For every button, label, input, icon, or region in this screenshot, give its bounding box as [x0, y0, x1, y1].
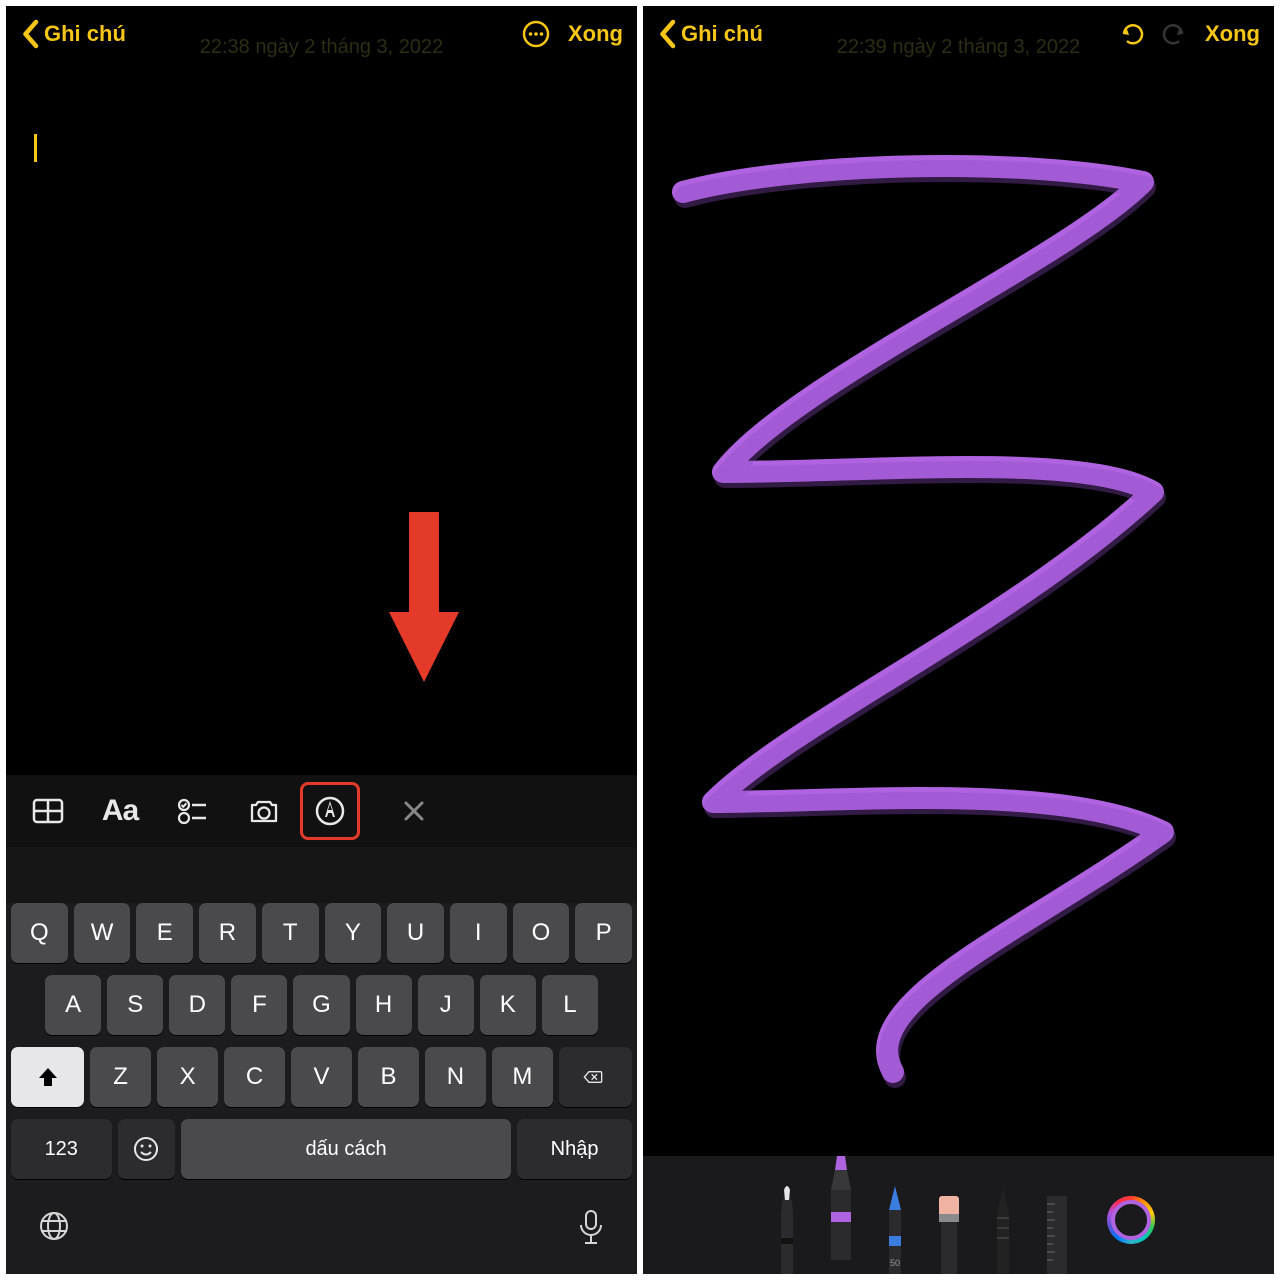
key-t[interactable]: T — [262, 903, 319, 963]
shift-icon — [36, 1065, 60, 1089]
key-i[interactable]: I — [450, 903, 507, 963]
keyboard-row-1: Q W E R T Y U I O P — [11, 903, 632, 963]
drawn-stroke — [643, 62, 1183, 1132]
format-toolbar: Aa — [6, 775, 637, 847]
key-enter[interactable]: Nhập — [517, 1119, 632, 1179]
close-format-bar-button[interactable] — [378, 781, 450, 841]
keyboard-suggestion-bar[interactable] — [6, 847, 637, 903]
key-w[interactable]: W — [74, 903, 131, 963]
key-d[interactable]: D — [169, 975, 225, 1035]
redo-button[interactable] — [1153, 14, 1193, 54]
tool-ruler[interactable] — [1033, 1178, 1081, 1274]
text-cursor — [34, 134, 37, 162]
screen-left: 22:38 ngày 2 tháng 3, 2022 Ghi chú Xong … — [6, 6, 637, 1274]
markup-button[interactable] — [300, 782, 360, 840]
header: Ghi chú Xong — [6, 6, 637, 62]
header: Ghi chú Xong — [643, 6, 1274, 62]
pen-icon — [767, 1178, 807, 1274]
chevron-left-icon — [657, 19, 677, 49]
note-canvas[interactable] — [6, 62, 637, 775]
back-button[interactable]: Ghi chú — [657, 19, 763, 49]
globe-icon — [37, 1209, 71, 1243]
tool-marker[interactable] — [817, 1164, 865, 1260]
key-emoji[interactable] — [118, 1119, 175, 1179]
text-format-button[interactable]: Aa — [84, 781, 156, 841]
key-p[interactable]: P — [575, 903, 632, 963]
emoji-icon — [133, 1136, 159, 1162]
marker-icon — [819, 1150, 863, 1260]
camera-button[interactable] — [228, 781, 300, 841]
keyboard-row-4: 123 dấu cách Nhập — [11, 1119, 632, 1179]
key-c[interactable]: C — [224, 1047, 285, 1107]
screen-right: 22:39 ngày 2 tháng 3, 2022 Ghi chú Xong — [643, 6, 1274, 1274]
back-label: Ghi chú — [44, 21, 126, 47]
key-shift[interactable] — [11, 1047, 84, 1107]
checklist-icon — [175, 794, 209, 828]
backspace-icon — [583, 1062, 603, 1092]
table-icon — [31, 794, 65, 828]
key-b[interactable]: B — [358, 1047, 419, 1107]
ruler-icon — [1037, 1178, 1077, 1274]
key-n[interactable]: N — [425, 1047, 486, 1107]
key-m[interactable]: M — [492, 1047, 553, 1107]
key-k[interactable]: K — [480, 975, 536, 1035]
drawing-canvas[interactable] — [643, 62, 1274, 1156]
key-x[interactable]: X — [157, 1047, 218, 1107]
keyboard: Q W E R T Y U I O P A S D F G H J K L — [6, 903, 637, 1274]
close-icon — [397, 794, 431, 828]
key-z[interactable]: Z — [90, 1047, 151, 1107]
dictation-button[interactable] — [576, 1209, 606, 1252]
keyboard-row-2: A S D F G H J K L — [11, 975, 632, 1035]
drawing-toolbar: 50 — [643, 1156, 1274, 1274]
annotation-arrow-icon — [379, 512, 469, 692]
keyboard-row-3: Z X C V B N M — [11, 1047, 632, 1107]
key-a[interactable]: A — [45, 975, 101, 1035]
svg-text:50: 50 — [889, 1258, 899, 1268]
key-e[interactable]: E — [136, 903, 193, 963]
checklist-button[interactable] — [156, 781, 228, 841]
markup-icon — [313, 794, 347, 828]
done-button[interactable]: Xong — [568, 21, 623, 47]
tool-pencil[interactable]: 50 — [871, 1178, 919, 1274]
key-o[interactable]: O — [513, 903, 570, 963]
redo-icon — [1158, 19, 1188, 49]
keyboard-bottom-row — [11, 1191, 632, 1260]
key-v[interactable]: V — [291, 1047, 352, 1107]
done-button[interactable]: Xong — [1205, 21, 1260, 47]
key-space[interactable]: dấu cách — [181, 1119, 511, 1179]
key-g[interactable]: G — [293, 975, 349, 1035]
more-button[interactable] — [516, 14, 556, 54]
chevron-left-icon — [20, 19, 40, 49]
back-button[interactable]: Ghi chú — [20, 19, 126, 49]
table-button[interactable] — [12, 781, 84, 841]
color-picker-button[interactable] — [1107, 1196, 1155, 1244]
key-y[interactable]: Y — [325, 903, 382, 963]
tool-eraser[interactable] — [925, 1178, 973, 1274]
key-u[interactable]: U — [387, 903, 444, 963]
key-q[interactable]: Q — [11, 903, 68, 963]
ellipsis-circle-icon — [521, 19, 551, 49]
camera-icon — [247, 794, 281, 828]
key-numbers[interactable]: 123 — [11, 1119, 112, 1179]
eraser-icon — [929, 1178, 969, 1274]
key-h[interactable]: H — [356, 975, 412, 1035]
tool-lasso[interactable] — [979, 1178, 1027, 1274]
key-j[interactable]: J — [418, 975, 474, 1035]
lasso-icon — [983, 1178, 1023, 1274]
pencil-icon: 50 — [875, 1178, 915, 1274]
tool-pen[interactable] — [763, 1178, 811, 1274]
key-r[interactable]: R — [199, 903, 256, 963]
undo-icon — [1118, 19, 1148, 49]
key-l[interactable]: L — [542, 975, 598, 1035]
back-label: Ghi chú — [681, 21, 763, 47]
undo-button[interactable] — [1113, 14, 1153, 54]
key-f[interactable]: F — [231, 975, 287, 1035]
key-backspace[interactable] — [559, 1047, 632, 1107]
globe-button[interactable] — [37, 1209, 71, 1252]
key-s[interactable]: S — [107, 975, 163, 1035]
mic-icon — [576, 1209, 606, 1247]
